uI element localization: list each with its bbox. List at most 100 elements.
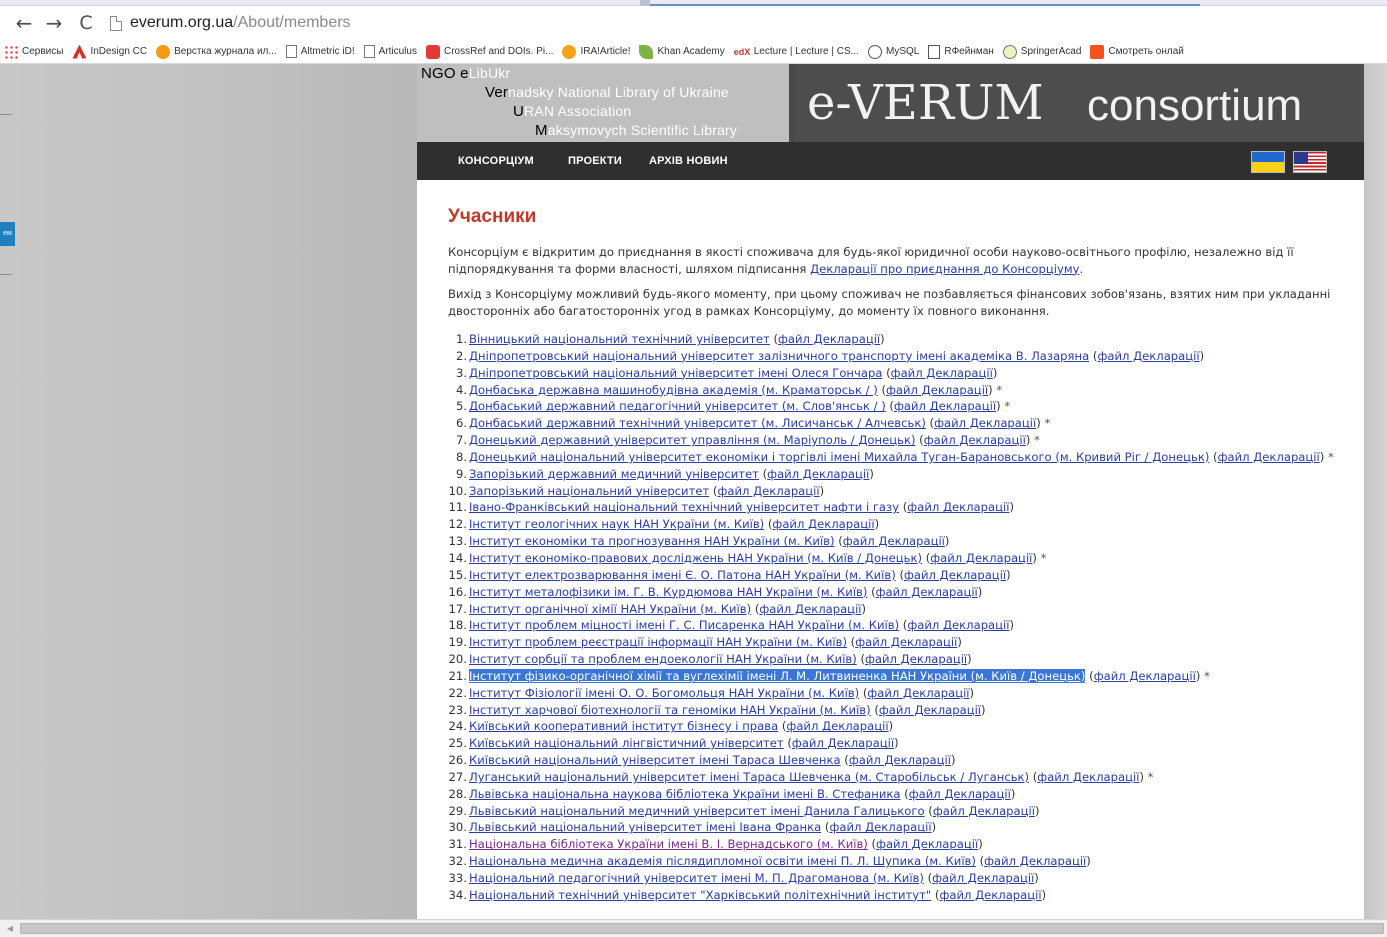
declaration-file-link[interactable]: файл Декларації	[984, 854, 1086, 868]
member-link[interactable]: Інститут економіки та прогнозування НАН …	[469, 534, 835, 548]
nav-arkhiv-novyn[interactable]: АРХІВ НОВИН	[649, 142, 728, 180]
declaration-file-link[interactable]: файл Декларації	[772, 517, 874, 531]
declaration-file-link[interactable]: файл Декларації	[1094, 669, 1196, 683]
bookmark-item[interactable]: Смотреть онлай	[1090, 44, 1184, 59]
member-link[interactable]: Запорізький державний медичний університ…	[469, 467, 759, 481]
declaration-file-link[interactable]: файл Декларації	[778, 332, 880, 346]
declaration-file-link[interactable]: файл Декларації	[924, 433, 1026, 447]
declaration-file-link[interactable]: файл Декларації	[792, 736, 894, 750]
scrollbar-thumb[interactable]	[20, 923, 1384, 934]
bookmark-item[interactable]: CrossRef and DOIs. Pi...	[425, 44, 553, 59]
member-link[interactable]: Львівський національний університет імен…	[469, 820, 821, 834]
member-link[interactable]: Інститут сорбції та проблем ендоекології…	[469, 652, 857, 666]
declaration-file-link[interactable]: файл Декларації	[933, 804, 1035, 818]
bookmark-item[interactable]: edX Lecture | Lecture | CS...	[733, 44, 859, 59]
bookmark-item[interactable]: Верстка журнала ил...	[156, 44, 277, 59]
declaration-file-link[interactable]: файл Декларації	[879, 703, 981, 717]
reload-icon[interactable]: C	[76, 13, 96, 33]
declaration-file-link[interactable]: файл Декларації	[939, 888, 1041, 902]
member-link[interactable]: Національна медична академія післядиплом…	[469, 854, 976, 868]
declaration-file-link[interactable]: файл Декларації	[907, 618, 1009, 632]
member-link[interactable]: Національний педагогічний університет ім…	[469, 871, 924, 885]
member-link[interactable]: Київський національний лінгвістичний уні…	[469, 736, 784, 750]
declaration-file-link[interactable]: файл Декларації	[759, 602, 861, 616]
back-arrow-icon[interactable]: ←	[14, 13, 34, 33]
member-link[interactable]: Національний технічний університет "Харк…	[469, 888, 931, 902]
member-number: 22.	[448, 685, 467, 700]
declaration-file-link[interactable]: файл Декларації	[886, 383, 988, 397]
member-link[interactable]: Львівська національна наукова бібліотека…	[469, 787, 901, 801]
scroll-left-icon[interactable]: ◀	[4, 922, 16, 935]
declaration-file-link[interactable]: файл Декларації	[904, 568, 1006, 582]
member-link[interactable]: Інститут геологічних наук НАН України (м…	[469, 517, 764, 531]
declaration-file-link[interactable]: файл Декларації	[876, 837, 978, 851]
member-link[interactable]: Київський національний університет імені…	[469, 753, 841, 767]
nav-proekty[interactable]: ПРОЕКТИ	[568, 142, 622, 180]
member-link[interactable]: Інститут проблем реєстрації інформації Н…	[469, 635, 847, 649]
member-link[interactable]: Дніпропетровський національний університ…	[469, 349, 1089, 363]
member-link[interactable]: Донбаський державний технічний університ…	[469, 416, 926, 430]
declaration-file-link[interactable]: файл Декларації	[891, 366, 993, 380]
member-link[interactable]: Донецький державний університет управлін…	[469, 433, 915, 447]
member-link[interactable]: Інститут органічної хімії НАН України (м…	[469, 602, 751, 616]
declaration-file-link[interactable]: файл Декларації	[849, 753, 951, 767]
member-number: 21.	[448, 668, 467, 683]
side-tab[interactable]: ем	[0, 222, 15, 246]
declaration-file-link[interactable]: файл Декларації	[930, 551, 1032, 565]
declaration-file-link[interactable]: файл Декларації	[843, 534, 945, 548]
declaration-file-link[interactable]: файл Декларації	[894, 399, 996, 413]
member-link[interactable]: Запорізький національний університет	[469, 484, 709, 498]
bookmark-item[interactable]: RФейнман	[928, 44, 994, 59]
bookmark-item[interactable]: InDesign CC	[72, 44, 147, 59]
site-logo[interactable]: e-VERUM consortium	[795, 64, 1364, 142]
declaration-file-link[interactable]: файл Декларації	[829, 820, 931, 834]
member-link[interactable]: Вінницький національний технічний універ…	[469, 332, 770, 346]
nav-konsortsium[interactable]: КОНСОРЦІУМ	[458, 142, 534, 180]
declaration-file-link[interactable]: файл Декларації	[907, 500, 1009, 514]
member-link[interactable]: Інститут фізико-органічної хімії та вугл…	[469, 668, 1086, 683]
member-link[interactable]: Дніпропетровський національний університ…	[469, 366, 882, 380]
member-link[interactable]: Івано-Франківський національний технічни…	[469, 500, 899, 514]
declaration-file-link[interactable]: файл Декларації	[767, 467, 869, 481]
member-number: 27.	[448, 769, 467, 784]
declaration-file-link[interactable]: файл Декларації	[867, 686, 969, 700]
declaration-file-link[interactable]: файл Декларації	[934, 416, 1036, 430]
member-link[interactable]: Луганський національний університет імен…	[469, 770, 1029, 784]
declaration-file-link[interactable]: файл Декларації	[1218, 450, 1320, 464]
declaration-file-link[interactable]: файл Декларації	[717, 484, 819, 498]
bookmark-item[interactable]: IRA!Article!	[562, 44, 630, 59]
forward-arrow-icon[interactable]: →	[44, 13, 64, 33]
member-link[interactable]: Львівський національний медичний універс…	[469, 804, 925, 818]
ukraine-flag-icon[interactable]	[1251, 151, 1285, 173]
member-link[interactable]: Інститут металофізики ім. Г. В. Курдюмов…	[469, 585, 867, 599]
declaration-file-link[interactable]: файл Декларації	[1097, 349, 1199, 363]
member-link[interactable]: Донбаська державна машинобудівна академі…	[469, 383, 878, 397]
bookmark-item[interactable]: MySQL	[868, 44, 919, 59]
member-link[interactable]: Київський кооперативний інститут бізнесу…	[469, 719, 778, 733]
bookmark-item[interactable]: Altmetric iD!	[285, 45, 355, 58]
bookmark-item[interactable]: Сервисы	[4, 44, 63, 59]
bookmark-item[interactable]: SpringerAcad	[1002, 44, 1081, 59]
bookmark-item[interactable]: Khan Academy	[639, 44, 725, 59]
url-field[interactable]: everum.org.ua/About/members	[130, 14, 351, 32]
bookmark-item[interactable]: Articulus	[363, 45, 417, 58]
member-link[interactable]: Інститут харчової біотехнології та геном…	[469, 703, 871, 717]
page-background-right	[1364, 64, 1387, 919]
declaration-file-link[interactable]: файл Декларації	[855, 635, 957, 649]
declaration-file-link[interactable]: файл Декларації	[876, 585, 978, 599]
member-link[interactable]: Інститут Фізіології імені О. О. Богомоль…	[469, 686, 859, 700]
declaration-link[interactable]: Декларації про приєднання до Консорціуму	[810, 262, 1079, 276]
declaration-file-link[interactable]: файл Декларації	[909, 787, 1011, 801]
declaration-file-link[interactable]: файл Декларації	[865, 652, 967, 666]
member-link[interactable]: Донбаський державний педагогічний універ…	[469, 399, 886, 413]
declaration-file-link[interactable]: файл Декларації	[1037, 770, 1139, 784]
horizontal-scrollbar[interactable]: ◀	[0, 919, 1387, 937]
member-link[interactable]: Інститут електрозварювання імені Є. О. П…	[469, 568, 896, 582]
member-link[interactable]: Національна бібліотека України імені В. …	[469, 837, 868, 851]
member-link[interactable]: Донецький національний університет еконо…	[469, 450, 1209, 464]
member-link[interactable]: Інститут проблем міцності імені Г. С. Пи…	[469, 618, 899, 632]
declaration-file-link[interactable]: файл Декларації	[932, 871, 1034, 885]
usa-flag-icon[interactable]	[1293, 151, 1327, 173]
member-link[interactable]: Інститут економіко-правових досліджень Н…	[469, 551, 922, 565]
declaration-file-link[interactable]: файл Декларації	[786, 719, 888, 733]
